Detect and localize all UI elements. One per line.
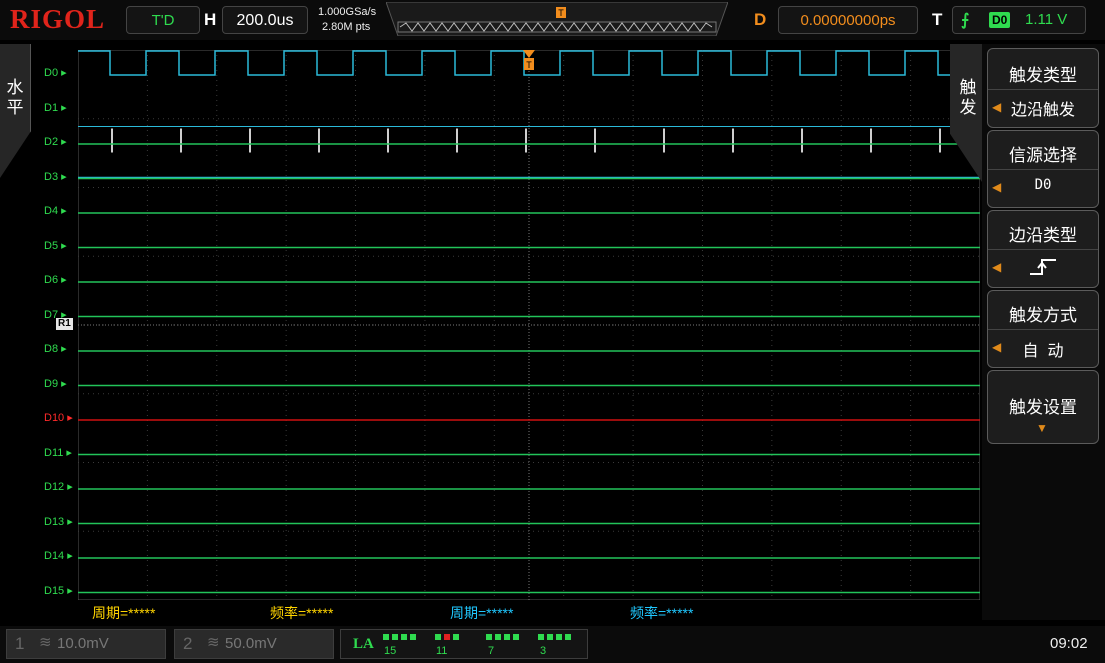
la-label: LA	[353, 636, 374, 652]
coupling-icon: ≋	[39, 634, 52, 651]
channel-label-d10: D10 ▸	[44, 412, 73, 424]
trigger-tab-label: 触发	[959, 78, 977, 117]
menu-trigger-setup[interactable]: 触发设置 ▼	[987, 370, 1099, 444]
menu-divider	[988, 89, 1098, 90]
channel-label-d13: D13 ▸	[44, 515, 73, 528]
channel-label-d15: D15 ▸	[44, 584, 73, 597]
memory-depth: 2.80M pts	[322, 21, 371, 33]
sample-rate: 1.000GSa/s	[318, 6, 377, 18]
trigger-source-badge: D0	[989, 12, 1011, 28]
menu-divider	[988, 169, 1098, 170]
la-number-11: 11	[436, 645, 448, 657]
menu-divider	[988, 329, 1098, 330]
channel-label-d3: D3 ▸	[44, 170, 67, 183]
memory-overview-waveform: T	[385, 1, 729, 37]
menu-trigger-mode[interactable]: 触发方式 ◀ 自 动	[987, 290, 1099, 368]
menu-trigger-mode-value: 自 动	[1022, 343, 1064, 360]
trigger-label: T	[932, 10, 943, 29]
delay-value[interactable]: 0.00000000ps	[778, 6, 918, 34]
trigger-settings-box[interactable]: ⨍ D0 1.11 V	[952, 6, 1086, 34]
memory-trigger-marker: T	[558, 8, 564, 18]
menu-trigger-mode-title: 触发方式	[1009, 306, 1077, 325]
trigger-menu: 触发类型 ◀ 边沿触发 信源选择 ◀ D0 边沿类型 ◀ 触发方式 ◀ 自 动 …	[982, 44, 1105, 620]
channel-2-scale: 50.0mV	[225, 635, 277, 652]
channel-label-d2: D2 ▸	[44, 136, 67, 148]
menu-trigger-type[interactable]: 触发类型 ◀ 边沿触发	[987, 48, 1099, 128]
channel-1-number: 1	[15, 634, 25, 653]
trigger-marker-label: T	[526, 60, 532, 70]
horizontal-tab[interactable]: 水平	[0, 44, 31, 178]
menu-trigger-setup-title: 触发设置	[1009, 398, 1077, 417]
clock: 09:02	[1050, 635, 1088, 652]
memory-overview: T	[385, 1, 729, 37]
run-status-badge[interactable]: T'D	[126, 6, 200, 34]
channel-label-d8: D8 ▸	[44, 343, 67, 355]
menu-source-title: 信源选择	[1009, 146, 1077, 165]
coupling-icon: ≋	[207, 634, 220, 651]
left-arrow-icon: ◀	[992, 260, 1002, 274]
top-status-bar: RIGOL T'D H 200.0us 1.000GSa/s 2.80M pts…	[0, 0, 1105, 40]
channel-label-d1: D1 ▸	[44, 101, 67, 114]
channel-label-d0: D0 ▸	[44, 67, 67, 79]
trigger-position-marker	[523, 50, 535, 58]
la-channel-indicators	[383, 634, 571, 640]
channel-label-d6: D6 ▸	[44, 274, 67, 286]
menu-edge-type-title: 边沿类型	[1009, 226, 1077, 245]
channel-2-box[interactable]: 2 ≋ 50.0mV	[174, 629, 334, 659]
la-number-15: 15	[384, 645, 397, 657]
channel-label-d11: D11 ▸	[44, 446, 72, 459]
channel-2-number: 2	[183, 634, 193, 653]
channel-1-scale: 10.0mV	[57, 635, 109, 652]
channel-1-box[interactable]: 1 ≋ 10.0mV	[6, 629, 166, 659]
measurement-frequency-2: 频率=*****	[630, 605, 694, 621]
la-number-3: 3	[540, 645, 547, 657]
measurement-period-2: 周期=*****	[450, 605, 514, 621]
menu-trigger-type-value: 边沿触发	[1010, 102, 1075, 119]
rising-edge-icon	[1030, 259, 1056, 275]
waveform-grid[interactable]: T	[77, 49, 981, 601]
trigger-level: 1.11 V	[1025, 11, 1068, 28]
channel-label-d12: D12 ▸	[44, 481, 73, 493]
channel-label-d5: D5 ▸	[44, 239, 67, 252]
rigol-logo: RIGOL	[10, 4, 106, 34]
channel-label-d14: D14 ▸	[44, 550, 73, 562]
menu-trigger-type-title: 触发类型	[1009, 66, 1077, 85]
menu-edge-type[interactable]: 边沿类型 ◀	[987, 210, 1099, 288]
timebase-value[interactable]: 200.0us	[222, 6, 308, 34]
delay-label: D	[754, 10, 767, 29]
bottom-status-bar: 1 ≋ 10.0mV 2 ≋ 50.0mV LA 15 11 7 3 09:02	[0, 626, 1105, 663]
menu-source-value: D0	[1034, 177, 1052, 193]
channel-label-d4: D4 ▸	[44, 205, 67, 217]
down-arrow-icon: ▼	[1036, 421, 1048, 435]
channel-label-d9: D9 ▸	[44, 377, 67, 390]
logic-analyzer-box[interactable]: LA 15 11 7 3	[340, 629, 588, 659]
menu-divider	[988, 249, 1098, 250]
reference-marker-r1[interactable]: R1	[56, 318, 73, 330]
la-number-7: 7	[488, 645, 495, 657]
waveform-display: T	[77, 49, 981, 601]
measurement-period-1: 周期=*****	[92, 605, 156, 621]
menu-source-select[interactable]: 信源选择 ◀ D0	[987, 130, 1099, 208]
horizontal-tab-label: 水平	[6, 78, 24, 117]
measurement-frequency-1: 频率=*****	[270, 605, 334, 621]
rising-edge-icon: ⨍	[961, 12, 970, 29]
timebase-label: H	[204, 10, 217, 29]
